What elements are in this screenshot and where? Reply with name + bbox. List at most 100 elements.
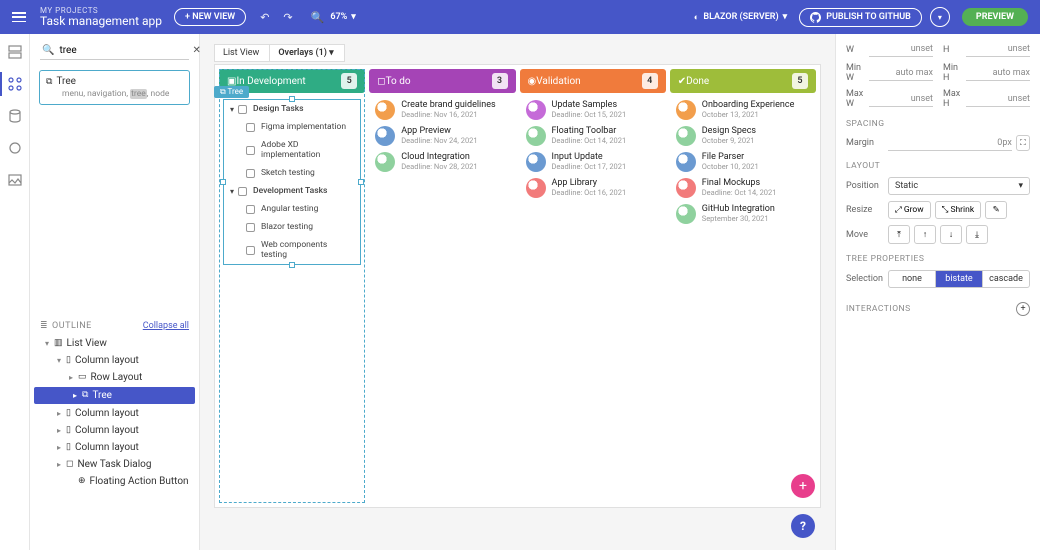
outline-item-column[interactable]: ▸▯Column layout: [30, 439, 199, 456]
outline-item-tree[interactable]: ▸⧉Tree: [34, 387, 195, 404]
app-header: MY PROJECTS Task management app + NEW VI…: [0, 0, 1040, 34]
resize-more-button[interactable]: ✎: [985, 201, 1007, 219]
margin-input[interactable]: [888, 135, 1012, 151]
grow-button[interactable]: ⤢Grow: [888, 201, 931, 219]
undo-icon[interactable]: ↶: [260, 11, 269, 24]
design-canvas[interactable]: List View Overlays (1) ▾ ⧉ Tree ▣ In Dev…: [200, 34, 835, 550]
tree-group[interactable]: ▾Development Tasks: [224, 182, 360, 200]
tree-icon: ⧉: [220, 87, 228, 96]
move-bottom-button[interactable]: ⤓: [966, 225, 988, 244]
outline-item-column[interactable]: ▸▯Column layout: [30, 405, 199, 422]
move-up-button[interactable]: ↑: [914, 225, 936, 244]
publish-button[interactable]: PUBLISH TO GITHUB: [799, 8, 922, 27]
shrink-button[interactable]: ⤡Shrink: [935, 201, 982, 219]
card-title: Floating Toolbar: [552, 126, 627, 136]
framework-select[interactable]: ◐BLAZOR (SERVER) ▾: [694, 12, 787, 23]
crumb-overlays[interactable]: Overlays (1) ▾: [269, 44, 344, 62]
task-card[interactable]: File ParserOctober 10, 2021: [670, 149, 816, 175]
rail-components-icon[interactable]: [7, 76, 23, 92]
rail-assets-icon[interactable]: [7, 172, 23, 188]
card-title: Final Mockups: [702, 178, 777, 188]
outline-item-column[interactable]: ▾▯Column layout: [30, 352, 199, 369]
count-badge: 4: [642, 73, 658, 89]
fab-add[interactable]: +: [791, 474, 815, 498]
margin-expand-icon[interactable]: ⛶: [1016, 135, 1030, 151]
column-icon: ▯: [66, 425, 71, 435]
task-card[interactable]: GitHub IntegrationSeptember 30, 2021: [670, 201, 816, 227]
add-interaction-button[interactable]: +: [1016, 302, 1030, 316]
rail-data-icon[interactable]: [7, 108, 23, 124]
chevron-down-icon: ▾: [1018, 181, 1023, 191]
chevron-down-icon: ▾: [783, 12, 788, 22]
move-down-button[interactable]: ↓: [940, 225, 962, 244]
task-card[interactable]: Create brand guidelinesDeadline: Nov 16,…: [369, 97, 515, 123]
projects-label: MY PROJECTS: [40, 6, 162, 15]
search-input[interactable]: [59, 45, 192, 56]
zoom-icon[interactable]: 🔍: [311, 11, 325, 24]
search-result[interactable]: ⧉Tree menu, navigation, tree, node: [39, 70, 190, 105]
crumb-listview[interactable]: List View: [214, 44, 270, 62]
outline-item-row[interactable]: ▸▭Row Layout: [30, 369, 199, 386]
minh-input[interactable]: [966, 66, 1030, 81]
left-panel: 🔍 ✕ ⧉Tree menu, navigation, tree, node ≣…: [30, 34, 200, 550]
collapse-all-link[interactable]: Collapse all: [143, 321, 189, 331]
tree-leaf[interactable]: Web components testing: [224, 236, 360, 264]
seg-cascade[interactable]: cascade: [983, 271, 1029, 287]
avatar: [375, 152, 395, 172]
width-input[interactable]: [869, 42, 933, 57]
outline-item-listview[interactable]: ▾▥List View: [30, 335, 199, 352]
column-todo[interactable]: ◻ To do3 Create brand guidelinesDeadline…: [369, 69, 515, 503]
tree-leaf[interactable]: Sketch testing: [224, 164, 360, 182]
task-card[interactable]: Onboarding ExperienceOctober 13, 2021: [670, 97, 816, 123]
seg-bistate[interactable]: bistate: [936, 271, 983, 287]
column-done[interactable]: ✔ Done5 Onboarding ExperienceOctober 13,…: [670, 69, 816, 503]
rail-layers-icon[interactable]: [7, 44, 23, 60]
help-button[interactable]: ?: [791, 514, 815, 538]
minw-input[interactable]: [869, 66, 933, 81]
tree-group[interactable]: ▾Design Tasks: [224, 100, 360, 118]
zoom-value[interactable]: 67% ▾: [330, 12, 355, 22]
new-view-button[interactable]: + NEW VIEW: [174, 8, 246, 26]
component-search[interactable]: 🔍 ✕: [40, 42, 189, 60]
column-validation[interactable]: ◉ Validation4 Update SamplesDeadline: Oc…: [520, 69, 666, 503]
seg-none[interactable]: none: [889, 271, 936, 287]
task-card[interactable]: Update SamplesDeadline: Oct 15, 2021: [520, 97, 666, 123]
rail-theme-icon[interactable]: [7, 140, 23, 156]
task-card[interactable]: Design SpecsOctober 9, 2021: [670, 123, 816, 149]
column-header[interactable]: ✔ Done5: [670, 69, 816, 93]
chevron-down-icon: ▾: [329, 48, 334, 58]
outline-item-fab[interactable]: ⊕Floating Action Button: [30, 473, 199, 490]
tree-leaf[interactable]: Angular testing: [224, 200, 360, 218]
project-title[interactable]: Task management app: [40, 14, 162, 28]
outline-item-dialog[interactable]: ▸◻New Task Dialog: [30, 456, 199, 473]
task-card[interactable]: Floating ToolbarDeadline: Oct 14, 2021: [520, 123, 666, 149]
chevron-down-icon: ▾: [230, 187, 234, 196]
outline-item-column[interactable]: ▸▯Column layout: [30, 422, 199, 439]
selection-segmented[interactable]: none bistate cascade: [888, 270, 1030, 288]
tree-leaf[interactable]: Adobe XD implementation: [224, 136, 360, 164]
status-icon: ◉: [528, 76, 537, 87]
task-card[interactable]: Input UpdateDeadline: Oct 17, 2021: [520, 149, 666, 175]
task-card[interactable]: Final MockupsDeadline: Oct 14, 2021: [670, 175, 816, 201]
task-card[interactable]: Cloud IntegrationDeadline: Nov 28, 2021: [369, 149, 515, 175]
fab-icon: ⊕: [78, 476, 86, 486]
card-deadline: Deadline: Oct 15, 2021: [552, 110, 627, 119]
position-select[interactable]: Static▾: [888, 177, 1030, 195]
card-title: Create brand guidelines: [401, 100, 495, 110]
height-input[interactable]: [966, 42, 1030, 57]
redo-icon[interactable]: ↷: [283, 11, 292, 24]
tree-leaf[interactable]: Figma implementation: [224, 118, 360, 136]
column-header[interactable]: ◉ Validation4: [520, 69, 666, 93]
preview-button[interactable]: PREVIEW: [962, 8, 1028, 26]
column-dev[interactable]: ▣ In Development 5 ▾Design Tasks Figma i…: [219, 69, 365, 503]
maxw-input[interactable]: [869, 92, 933, 107]
tree-leaf[interactable]: Blazor testing: [224, 218, 360, 236]
move-top-button[interactable]: ⤒: [888, 225, 910, 244]
maxh-input[interactable]: [966, 92, 1030, 107]
tree-component[interactable]: ▾Design Tasks Figma implementation Adobe…: [223, 99, 361, 265]
column-header[interactable]: ◻ To do3: [369, 69, 515, 93]
publish-dropdown[interactable]: ▾: [930, 7, 950, 27]
task-card[interactable]: App LibraryDeadline: Oct 16, 2021: [520, 175, 666, 201]
menu-icon[interactable]: [12, 12, 26, 22]
task-card[interactable]: App PreviewDeadline: Nov 24, 2021: [369, 123, 515, 149]
